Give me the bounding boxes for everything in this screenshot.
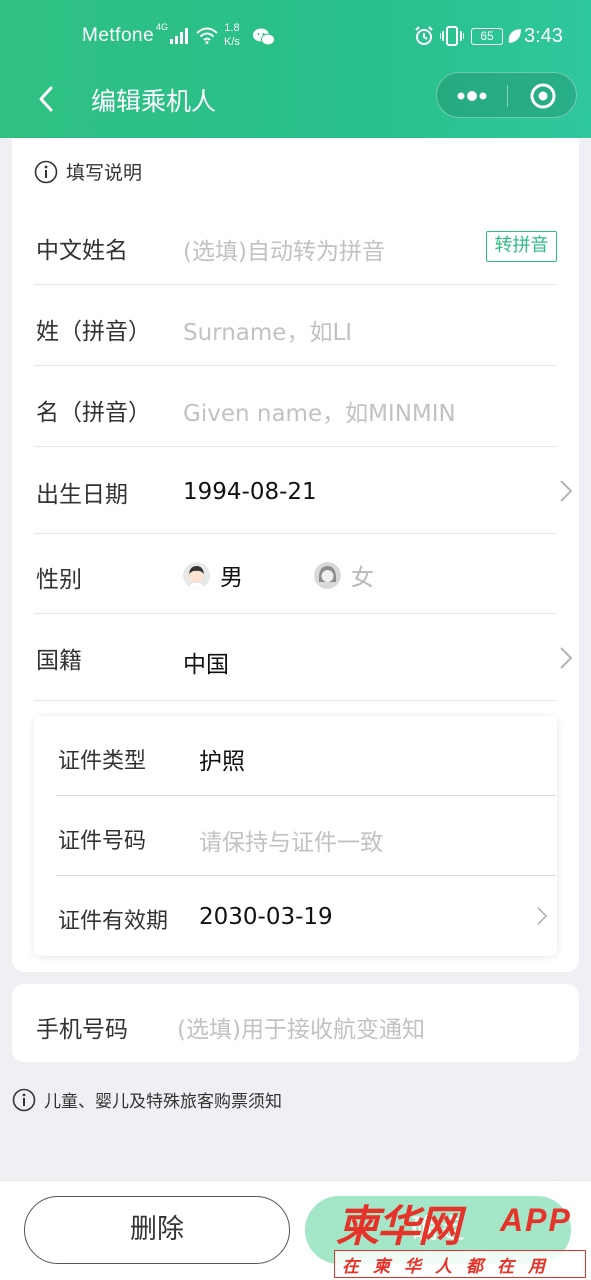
speed-unit: K/s (224, 36, 240, 48)
gender-option-male[interactable]: 男 (183, 558, 243, 592)
surname-input[interactable]: Surname，如LI (183, 313, 352, 347)
more-options-icon[interactable] (437, 73, 507, 119)
chinese-name-label: 中文姓名 (36, 238, 128, 264)
male-avatar-icon (183, 561, 210, 589)
status-bar: Metfone 4G 1.8 K/s 65 3:43 (0, 0, 591, 72)
id-number-input[interactable]: 请保持与证件一致 (199, 823, 383, 857)
female-label: 女 (351, 565, 374, 591)
male-label: 男 (220, 565, 243, 591)
surname-row: 姓（拼音） Surname，如LI (34, 285, 557, 366)
network-speed: 1.8 K/s (224, 21, 240, 49)
signal-icon (170, 28, 188, 44)
given-name-row: 名（拼音） Given name，如MINMIN (34, 366, 557, 447)
given-name-label: 名（拼音） (36, 400, 151, 426)
info-icon (12, 1088, 36, 1111)
watermark-tagline: 在柬华人都在用 (342, 1257, 559, 1277)
network-type: 4G (156, 22, 169, 32)
wifi-icon (196, 27, 218, 44)
id-expiry-label: 证件有效期 (58, 909, 169, 934)
chinese-name-row: 中文姓名 (选填)自动转为拼音 转拼音 (34, 204, 557, 285)
speed-value: 1.8 (224, 22, 240, 34)
id-type-row[interactable]: 证件类型 护照 (56, 716, 556, 796)
carrier-name: Metfone (82, 25, 155, 46)
power-saving-icon (508, 29, 521, 43)
given-name-input[interactable]: Given name，如MINMIN (183, 394, 456, 428)
birth-date-value: 1994-08-21 (183, 479, 317, 505)
id-expiry-value: 2030-03-19 (199, 904, 333, 930)
info-icon (34, 160, 58, 183)
special-passenger-notice-label: 儿童、婴儿及特殊旅客购票须知 (44, 1092, 282, 1112)
wechat-icon (253, 28, 275, 46)
battery-level: 65 (471, 28, 503, 45)
surname-label: 姓（拼音） (36, 319, 151, 345)
close-mini-program-icon[interactable] (508, 73, 578, 119)
female-avatar-icon (314, 561, 341, 589)
clock-time: 3:43 (524, 25, 563, 47)
special-passenger-notice-link[interactable]: 儿童、婴儿及特殊旅客购票须知 (12, 1087, 282, 1112)
document-card: 证件类型 护照 证件号码 请保持与证件一致 证件有效期 2030-03-19 (34, 716, 557, 956)
id-number-label: 证件号码 (58, 829, 147, 854)
vibrate-icon (440, 26, 464, 46)
birth-date-row[interactable]: 出生日期 1994-08-21 (34, 447, 573, 534)
birth-date-label: 出生日期 (36, 482, 128, 508)
watermark-brand: 柬华网 (336, 1202, 461, 1252)
id-expiry-row[interactable]: 证件有效期 2030-03-19 (56, 876, 556, 956)
fill-instructions-link[interactable]: 填写说明 (34, 158, 142, 185)
back-arrow-icon[interactable] (32, 82, 62, 116)
chinese-name-input[interactable]: (选填)自动转为拼音 (183, 232, 385, 266)
app-header: Metfone 4G 1.8 K/s 65 3:43 编辑乘机人 (0, 0, 591, 138)
id-type-label: 证件类型 (58, 749, 147, 774)
id-type-value: 护照 (199, 749, 245, 775)
id-number-row: 证件号码 请保持与证件一致 (56, 796, 556, 876)
fill-instructions-label: 填写说明 (66, 162, 143, 184)
watermark-logo: 柬华网 APP 在柬华人都在用 (330, 1192, 591, 1280)
passenger-form-card: 填写说明 中文姓名 (选填)自动转为拼音 转拼音 姓（拼音） Surname，如… (12, 138, 579, 972)
page-title: 编辑乘机人 (91, 87, 217, 116)
nationality-row[interactable]: 国籍 中国 (34, 614, 573, 701)
gender-option-female[interactable]: 女 (314, 558, 374, 592)
phone-label: 手机号码 (36, 1017, 128, 1043)
nationality-label: 国籍 (36, 648, 82, 674)
chevron-right-icon (537, 907, 548, 925)
alarm-icon (415, 26, 433, 45)
gender-row: 性别 男 女 (34, 534, 557, 614)
nationality-value: 中国 (183, 652, 229, 678)
chevron-right-icon (560, 480, 573, 502)
phone-row: 手机号码 (选填)用于接收航变通知 (34, 984, 557, 1062)
watermark-app: APP (500, 1202, 572, 1238)
delete-button[interactable]: 删除 (24, 1196, 290, 1264)
gender-label: 性别 (36, 567, 82, 593)
mini-program-capsule (436, 72, 577, 118)
phone-input[interactable]: (选填)用于接收航变通知 (177, 1010, 425, 1044)
chevron-right-icon (560, 647, 573, 669)
convert-pinyin-button[interactable]: 转拼音 (486, 231, 557, 262)
phone-card: 手机号码 (选填)用于接收航变通知 (12, 984, 579, 1062)
